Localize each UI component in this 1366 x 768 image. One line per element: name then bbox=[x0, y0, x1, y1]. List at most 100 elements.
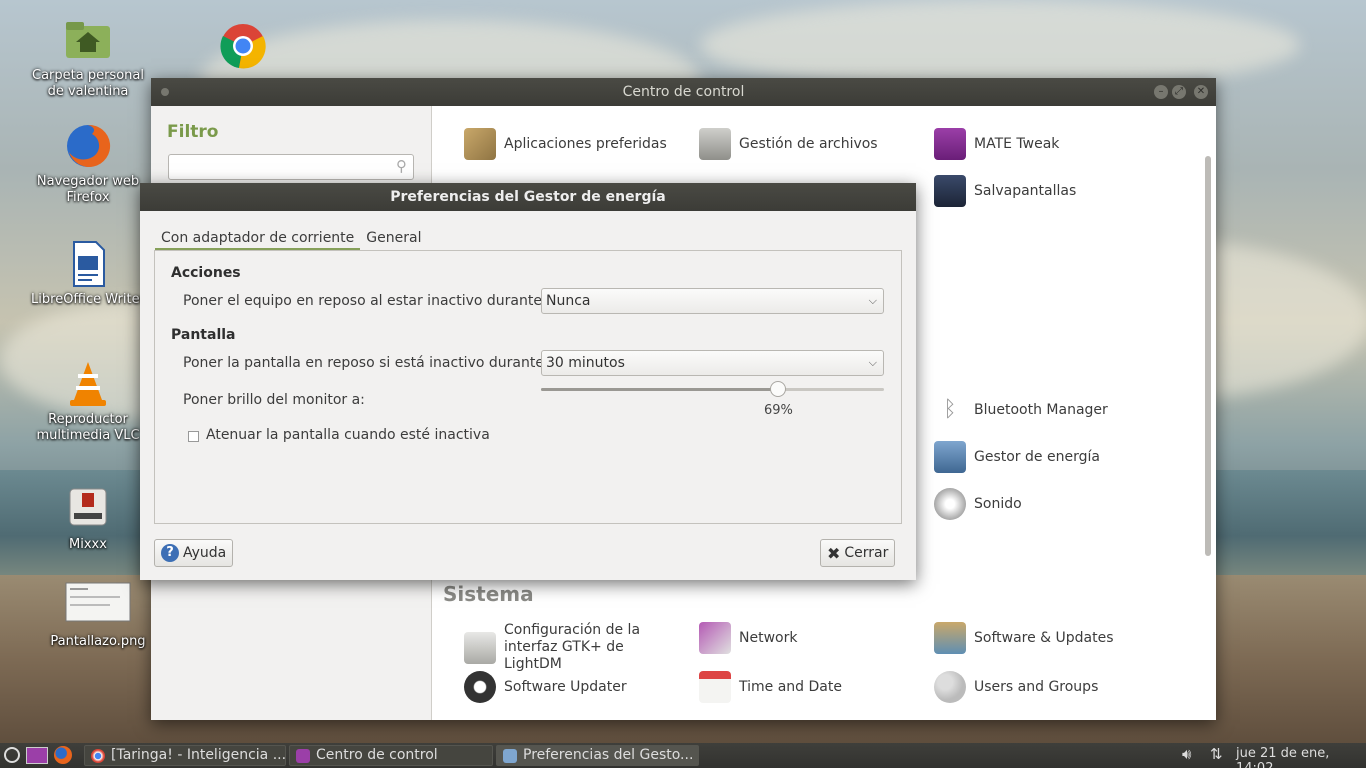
writer-icon bbox=[64, 240, 112, 288]
item-bluetooth-manager[interactable]: ᛒ Bluetooth Manager bbox=[934, 394, 1107, 426]
sleep-combo[interactable]: Nunca ⌵ bbox=[541, 288, 884, 314]
taskbar: [Taringa! - Inteligencia ... Centro de c… bbox=[0, 743, 1366, 768]
item-gestion-archivos[interactable]: Gestión de archivos bbox=[699, 128, 878, 160]
item-label: Aplicaciones preferidas bbox=[504, 136, 667, 152]
firefox-icon bbox=[64, 122, 112, 170]
power-manager-icon bbox=[503, 749, 517, 763]
desktop-icon-screenshot[interactable]: Pantallazo.png bbox=[38, 582, 158, 650]
section-pantalla: Pantalla bbox=[171, 327, 236, 343]
item-sonido[interactable]: Sonido bbox=[934, 488, 1022, 520]
desktop-icon-label: Mixxx bbox=[69, 537, 107, 552]
item-label: Time and Date bbox=[739, 679, 842, 695]
display-sleep-label: Poner la pantalla en reposo si está inac… bbox=[183, 355, 549, 371]
brightness-slider-knob[interactable] bbox=[770, 381, 786, 397]
clock[interactable]: jue 21 de ene, 14:02 bbox=[1236, 746, 1366, 768]
desktop-icon-writer[interactable]: LibreOffice Writer bbox=[28, 240, 148, 308]
brightness-label: Poner brillo del monitor a: bbox=[183, 392, 365, 408]
network-icon bbox=[699, 622, 731, 654]
filter-title: Filtro bbox=[167, 122, 219, 142]
power-preferences-dialog: Preferencias del Gestor de energía Con a… bbox=[140, 183, 916, 580]
task-control-center[interactable]: Centro de control bbox=[289, 745, 493, 766]
item-label: Salvapantallas bbox=[974, 183, 1077, 199]
display-sleep-combo[interactable]: 30 minutos ⌵ bbox=[541, 350, 884, 376]
window-title: Centro de control bbox=[622, 84, 745, 100]
desktop-icon-chrome[interactable] bbox=[183, 22, 303, 74]
chevron-down-icon: ⌵ bbox=[868, 294, 877, 307]
desktop-icon-firefox[interactable]: Navegador web Firefox bbox=[28, 122, 148, 206]
power-manager-icon bbox=[934, 441, 966, 473]
sleep-label: Poner el equipo en reposo al estar inact… bbox=[183, 293, 547, 309]
filter-input[interactable]: ⚲ bbox=[168, 154, 414, 180]
software-updater-icon bbox=[464, 671, 496, 703]
mate-tweak-icon bbox=[934, 128, 966, 160]
task-label: [Taringa! - Inteligencia ... bbox=[111, 747, 286, 763]
software-updates-icon bbox=[934, 622, 966, 654]
item-network[interactable]: Network bbox=[699, 622, 797, 654]
close-x-icon: ✖ bbox=[827, 543, 841, 563]
mixxx-icon bbox=[64, 485, 112, 533]
tab-con-adaptador[interactable]: Con adaptador de corriente bbox=[155, 228, 361, 251]
minimize-icon[interactable]: – bbox=[1154, 85, 1168, 99]
desktop-icon-home[interactable]: Carpeta personal de valentina bbox=[28, 16, 148, 100]
close-button[interactable]: ✖ Cerrar bbox=[820, 539, 896, 567]
brightness-slider[interactable] bbox=[541, 381, 884, 397]
item-mate-tweak[interactable]: MATE Tweak bbox=[934, 128, 1059, 160]
vlc-icon bbox=[64, 360, 112, 408]
item-software-updates[interactable]: Software & Updates bbox=[934, 622, 1114, 654]
task-label: Preferencias del Gesto... bbox=[523, 747, 694, 763]
network-tray-icon[interactable]: ⇅ bbox=[1210, 745, 1223, 763]
task-taringa[interactable]: [Taringa! - Inteligencia ... bbox=[84, 745, 286, 766]
item-salvapantallas[interactable]: Salvapantallas bbox=[934, 175, 1076, 207]
close-label: Cerrar bbox=[844, 545, 889, 561]
item-label: Software Updater bbox=[504, 679, 627, 695]
section-acciones: Acciones bbox=[171, 265, 241, 281]
brightness-value: 69% bbox=[764, 403, 793, 418]
scrollbar[interactable] bbox=[1205, 156, 1211, 556]
maximize-icon[interactable]: ⤢ bbox=[1172, 85, 1186, 99]
desktop-icon-mixxx[interactable]: Mixxx bbox=[28, 485, 148, 553]
help-button[interactable]: ? Ayuda bbox=[154, 539, 234, 567]
desktop-icon-label: Reproductor multimedia VLC bbox=[36, 412, 140, 443]
display-sleep-combo-value: 30 minutos bbox=[546, 355, 625, 371]
item-lightdm-gtk[interactable]: Configuración de la interfaz GTK+ de Lig… bbox=[464, 622, 684, 673]
brightness-slider-fill bbox=[541, 388, 778, 391]
users-icon bbox=[934, 671, 966, 703]
desktop-icon-label: LibreOffice Writer bbox=[31, 292, 145, 307]
home-folder-icon bbox=[64, 16, 112, 64]
window-menu-icon[interactable] bbox=[161, 88, 169, 96]
desktop-icon-vlc[interactable]: Reproductor multimedia VLC bbox=[28, 360, 148, 444]
show-desktop-icon[interactable] bbox=[26, 747, 48, 764]
tab-bar: Con adaptador de corriente General bbox=[155, 228, 427, 251]
chevron-down-icon: ⌵ bbox=[868, 356, 877, 369]
chrome-icon bbox=[219, 22, 267, 70]
item-users-groups[interactable]: Users and Groups bbox=[934, 671, 1098, 703]
control-center-icon bbox=[296, 749, 310, 763]
item-software-updater[interactable]: Software Updater bbox=[464, 671, 627, 703]
item-gestor-energia[interactable]: Gestor de energía bbox=[934, 441, 1100, 473]
item-label: Sonido bbox=[974, 496, 1022, 512]
task-power-preferences[interactable]: Preferencias del Gesto... bbox=[496, 745, 699, 766]
tab-general[interactable]: General bbox=[360, 228, 427, 251]
menu-icon[interactable] bbox=[4, 747, 20, 763]
close-icon[interactable]: ✕ bbox=[1194, 85, 1208, 99]
sleep-combo-value: Nunca bbox=[546, 293, 591, 309]
calendar-clock-icon bbox=[699, 671, 731, 703]
chrome-icon bbox=[91, 749, 105, 763]
screensaver-icon bbox=[934, 175, 966, 207]
item-time-date[interactable]: Time and Date bbox=[699, 671, 842, 703]
firefox-launcher-icon[interactable] bbox=[54, 746, 72, 764]
preferred-apps-icon bbox=[464, 128, 496, 160]
item-label: MATE Tweak bbox=[974, 136, 1060, 152]
dialog-titlebar[interactable]: Preferencias del Gestor de energía bbox=[140, 183, 916, 211]
task-label: Centro de control bbox=[316, 747, 438, 763]
dialog-title: Preferencias del Gestor de energía bbox=[390, 189, 666, 205]
volume-icon[interactable]: 🔊︎ bbox=[1182, 745, 1191, 763]
sound-icon bbox=[934, 488, 966, 520]
item-aplicaciones-preferidas[interactable]: Aplicaciones preferidas bbox=[464, 128, 667, 160]
dim-checkbox[interactable] bbox=[188, 431, 199, 442]
help-icon: ? bbox=[161, 544, 179, 562]
control-center-titlebar[interactable]: Centro de control – ⤢ ✕ bbox=[151, 78, 1216, 106]
section-sistema: Sistema bbox=[443, 582, 534, 606]
desktop-icon-label: Pantallazo.png bbox=[50, 634, 146, 649]
item-label: Gestor de energía bbox=[974, 449, 1100, 465]
